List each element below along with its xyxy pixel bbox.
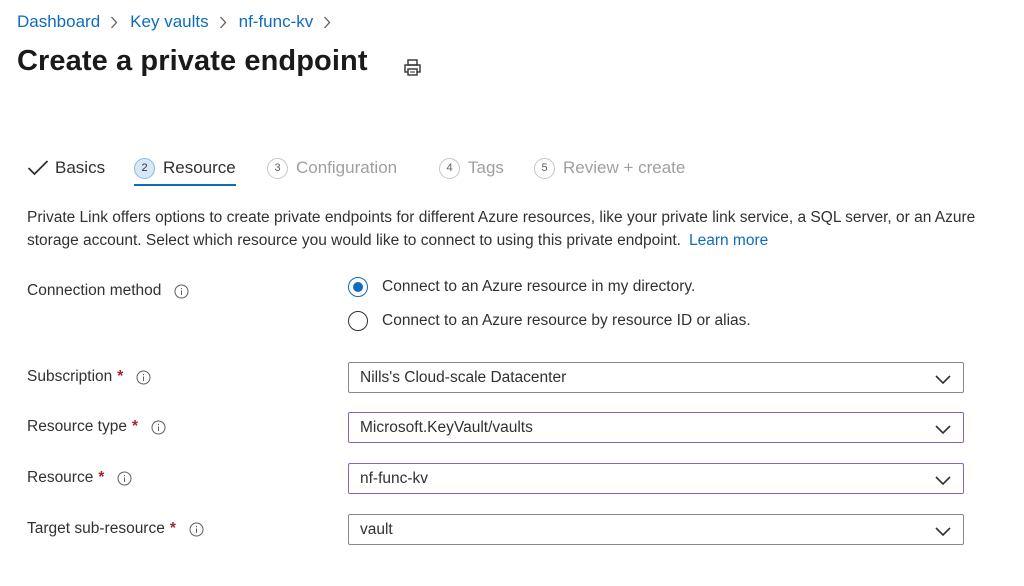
tab-label: Resource xyxy=(163,158,236,177)
tab-label: Basics xyxy=(55,158,106,177)
chevron-down-icon xyxy=(935,524,951,537)
dropdown-value: vault xyxy=(360,520,393,538)
tab-tags[interactable]: 4 Tags xyxy=(439,150,504,186)
resource-type-label: Resource type * xyxy=(27,418,166,436)
required-marker: * xyxy=(169,520,176,537)
intro-text: Private Link offers options to create pr… xyxy=(27,209,976,249)
tab-resource[interactable]: 2 Resource xyxy=(134,150,236,186)
target-sub-resource-label: Target sub-resource * xyxy=(27,520,204,538)
field-label: Target sub-resource xyxy=(27,520,165,537)
tab-label: Review + create xyxy=(563,158,686,177)
required-marker: * xyxy=(117,368,124,385)
resource-dropdown[interactable]: nf-func-kv xyxy=(348,463,964,494)
dropdown-value: Microsoft.KeyVault/vaults xyxy=(360,418,533,436)
info-icon[interactable] xyxy=(189,522,204,537)
info-icon[interactable] xyxy=(151,420,166,435)
step-number: 3 xyxy=(267,157,288,179)
info-icon[interactable] xyxy=(117,471,132,486)
field-label: Connection method xyxy=(27,282,162,299)
intro-description: Private Link offers options to create pr… xyxy=(27,206,987,252)
chevron-right-icon xyxy=(219,13,229,31)
step-number: 5 xyxy=(534,157,555,179)
chevron-right-icon xyxy=(323,13,333,31)
breadcrumb: Dashboard Key vaults nf-func-kv xyxy=(17,12,343,32)
tab-review-create[interactable]: 5 Review + create xyxy=(534,150,685,186)
step-number: 4 xyxy=(439,157,460,179)
radio-label: Connect to an Azure resource in my direc… xyxy=(382,278,696,295)
tab-label: Configuration xyxy=(296,158,398,177)
required-marker: * xyxy=(131,418,138,435)
radio-directory[interactable]: Connect to an Azure resource in my direc… xyxy=(348,277,695,297)
breadcrumb-key-vaults[interactable]: Key vaults xyxy=(130,12,208,32)
chevron-right-icon xyxy=(110,13,120,31)
print-icon[interactable] xyxy=(402,58,424,78)
radio-button[interactable] xyxy=(348,311,368,331)
page-title: Create a private endpoint xyxy=(17,45,368,77)
tab-basics[interactable]: Basics xyxy=(27,150,105,186)
resource-type-dropdown[interactable]: Microsoft.KeyVault/vaults xyxy=(348,412,964,443)
chevron-down-icon xyxy=(935,422,951,435)
info-icon[interactable] xyxy=(136,370,151,385)
radio-label: Connect to an Azure resource by resource… xyxy=(382,312,751,329)
breadcrumb-nf-func-kv[interactable]: nf-func-kv xyxy=(239,12,314,32)
resource-label: Resource * xyxy=(27,469,132,487)
target-sub-resource-dropdown[interactable]: vault xyxy=(348,514,964,545)
dropdown-value: Nills's Cloud-scale Datacenter xyxy=(360,368,567,386)
subscription-dropdown[interactable]: Nills's Cloud-scale Datacenter xyxy=(348,362,964,393)
info-icon[interactable] xyxy=(174,284,189,299)
wizard-tabs: Basics 2 Resource 3 Configuration 4 Tags… xyxy=(27,150,727,186)
radio-resource-id[interactable]: Connect to an Azure resource by resource… xyxy=(348,311,751,331)
chevron-down-icon xyxy=(935,372,951,385)
step-number: 2 xyxy=(134,157,155,179)
connection-method-label: Connection method xyxy=(27,282,189,300)
field-label: Resource xyxy=(27,469,94,486)
checkmark-icon xyxy=(27,159,49,177)
chevron-down-icon xyxy=(935,473,951,486)
field-label: Resource type xyxy=(27,418,127,435)
required-marker: * xyxy=(98,469,105,486)
radio-button-checked[interactable] xyxy=(348,277,368,297)
subscription-label: Subscription * xyxy=(27,368,151,386)
tab-configuration[interactable]: 3 Configuration xyxy=(267,150,397,186)
tab-label: Tags xyxy=(468,158,504,177)
learn-more-link[interactable]: Learn more xyxy=(689,232,768,249)
breadcrumb-dashboard[interactable]: Dashboard xyxy=(17,12,100,32)
dropdown-value: nf-func-kv xyxy=(360,469,429,487)
field-label: Subscription xyxy=(27,368,113,385)
